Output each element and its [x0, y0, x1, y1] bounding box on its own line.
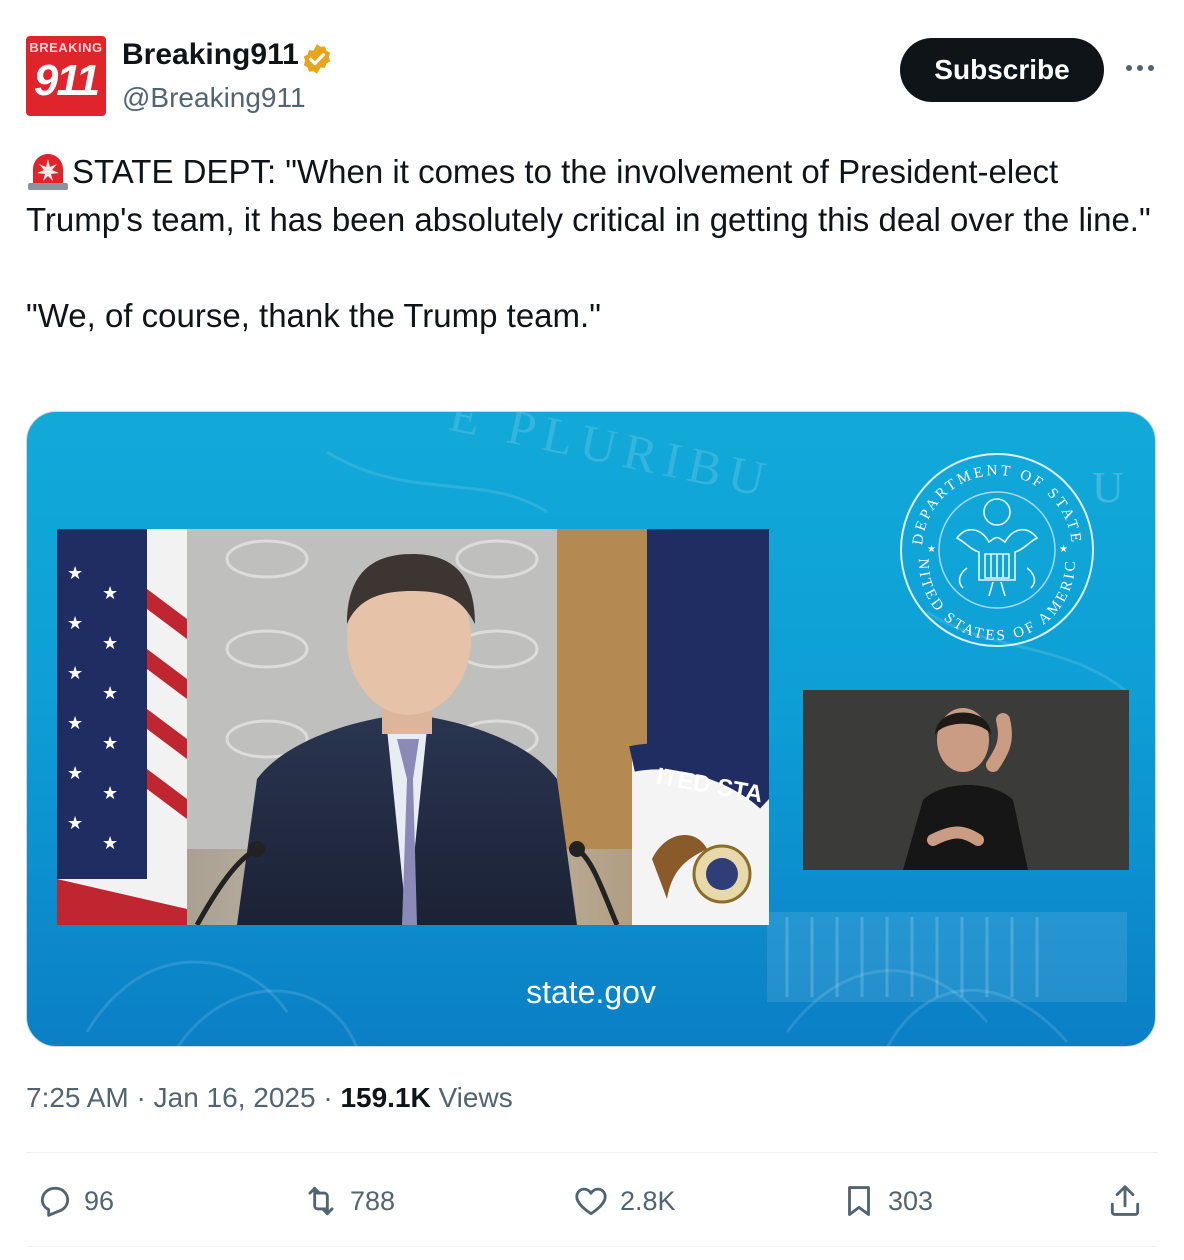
svg-text:★: ★: [67, 813, 83, 834]
svg-text:★: ★: [102, 633, 118, 654]
svg-text:★: ★: [102, 733, 118, 754]
seal-star-right: ★: [1059, 544, 1068, 555]
avatar-top-text: BREAKING: [29, 40, 103, 55]
share-button[interactable]: [1106, 1176, 1154, 1226]
svg-text:★: ★: [67, 713, 83, 734]
siren-icon: [28, 154, 68, 190]
author-handle[interactable]: @Breaking911: [122, 82, 306, 114]
video-media[interactable]: E PLURIBU U DEPARTMENT OF STATE UNITED S…: [26, 411, 1156, 1047]
reply-button[interactable]: 96: [36, 1176, 114, 1226]
seal-star-left: ★: [927, 544, 936, 555]
svg-text:★: ★: [102, 683, 118, 704]
sign-language-interpreter: [803, 690, 1129, 870]
bookmark-button[interactable]: 303: [840, 1176, 933, 1226]
avatar-bottom-text: 911: [33, 56, 100, 105]
share-icon: [1110, 1185, 1140, 1216]
svg-text:★: ★: [67, 613, 83, 634]
video-caption: state.gov: [526, 974, 656, 1010]
department-of-state-seal: DEPARTMENT OF STATE UNITED STATES OF AME…: [897, 450, 1094, 647]
like-button[interactable]: 2.8K: [572, 1176, 676, 1226]
repost-count: 788: [350, 1185, 396, 1216]
video-frame: ★ ★ ★ ★ ★ ★ ★ ★ ★ ★ ★ ★ ITED STA: [57, 529, 769, 925]
heart-icon: [575, 1187, 607, 1216]
tweet-meta: 7:25 AM · Jan 16, 2025 · 159.1K Views: [26, 1082, 513, 1114]
tweet-date[interactable]: Jan 16, 2025: [154, 1082, 316, 1113]
like-count: 2.8K: [620, 1185, 676, 1216]
bookmark-icon: [848, 1186, 870, 1216]
tweet-line-2: "We, of course, thank the Trump team.": [26, 297, 601, 334]
more-horizontal-icon[interactable]: [1122, 50, 1158, 86]
views-count: 159.1K: [340, 1082, 431, 1113]
meta-separator: ·: [136, 1082, 146, 1113]
meta-separator: ·: [323, 1082, 333, 1113]
us-flag: ★ ★ ★ ★ ★ ★ ★ ★ ★ ★ ★ ★: [57, 529, 187, 925]
svg-text:★: ★: [67, 663, 83, 684]
svg-text:★: ★: [102, 583, 118, 604]
repost-icon: [308, 1186, 334, 1216]
divider: [26, 1152, 1158, 1153]
divider: [26, 1246, 1158, 1247]
views-label: Views: [438, 1082, 513, 1113]
subscribe-button[interactable]: Subscribe: [900, 38, 1104, 102]
repost-button[interactable]: 788: [302, 1176, 395, 1226]
tweet-text: STATE DEPT: "When it comes to the involv…: [26, 148, 1156, 340]
bookmark-count: 303: [888, 1185, 934, 1216]
tweet-line-1: STATE DEPT: "When it comes to the involv…: [26, 153, 1151, 238]
svg-text:★: ★: [102, 833, 118, 854]
reply-icon: [40, 1186, 70, 1217]
speaker-scene: ★ ★ ★ ★ ★ ★ ★ ★ ★ ★ ★ ★ ITED STA: [57, 529, 769, 925]
verified-badge-icon[interactable]: [300, 42, 334, 76]
tweet-time[interactable]: 7:25 AM: [26, 1082, 129, 1113]
author-name[interactable]: Breaking911: [122, 38, 299, 72]
reply-count: 96: [84, 1185, 115, 1216]
avatar[interactable]: BREAKING 911: [26, 36, 106, 116]
state-flag: ITED STA: [629, 529, 769, 925]
svg-text:★: ★: [102, 783, 118, 804]
svg-text:★: ★: [67, 763, 83, 784]
svg-text:★: ★: [67, 563, 83, 584]
